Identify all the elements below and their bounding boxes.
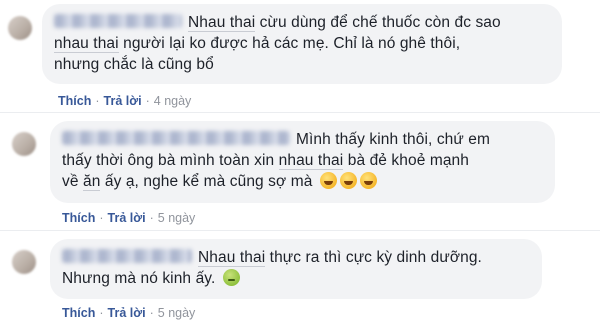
like-link[interactable]: Thích (62, 306, 95, 320)
comment-bubble: Nhau thai cừu dùng để chế thuốc còn đc s… (42, 4, 562, 84)
keyword-nhau-thai[interactable]: nhau thai (54, 35, 119, 53)
avatar[interactable] (8, 16, 32, 40)
comment-actions: Thích · Trả lời · 5 ngày (62, 211, 196, 225)
comment-text: thấy thời ông bà mình toàn xin (62, 152, 279, 169)
keyword-nhau-thai[interactable]: Nhau thai (188, 14, 256, 32)
comment-timestamp[interactable]: 5 ngày (158, 306, 196, 320)
like-link[interactable]: Thích (58, 94, 91, 108)
blurred-author-name[interactable] (54, 14, 182, 28)
comment-timestamp[interactable]: 5 ngày (158, 211, 196, 225)
comment-bubble: Mình thấy kinh thôi, chứ em thấy thời ôn… (50, 121, 555, 203)
comment-text: thực ra thì cực kỳ dinh dưỡng. (265, 249, 482, 266)
comment-text: người lại ko được hả các mẹ. Chỉ là nó g… (118, 35, 461, 52)
comment-text: cừu dùng để chế thuốc còn đc sao (255, 14, 501, 31)
comment-text: nhưng chắc là cũng bổ (54, 56, 214, 73)
reply-link[interactable]: Trả lời (108, 306, 146, 320)
comment-bubble: Nhau thai thực ra thì cực kỳ dinh dưỡng.… (50, 239, 542, 299)
nauseated-emoji-icon (222, 269, 240, 286)
blurred-author-name[interactable] (62, 249, 192, 263)
laughing-emoji-icon (319, 172, 337, 189)
comment-timestamp[interactable]: 4 ngày (154, 94, 192, 108)
comment-text: ấy ạ, nghe kể mà cũng sợ mà (100, 173, 313, 190)
divider (0, 230, 600, 231)
keyword-an[interactable]: ăn (82, 173, 101, 191)
comment-actions: Thích · Trả lời · 5 ngày (62, 306, 196, 320)
comment-text: Mình thấy kinh thôi, chứ em (296, 131, 490, 148)
comment-text: Nhưng mà nó kinh ấy. (62, 270, 216, 287)
comment-actions: Thích · Trả lời · 4 ngày (58, 94, 192, 108)
comment-text: bà đẻ khoẻ mạnh (343, 152, 470, 169)
like-link[interactable]: Thích (62, 211, 95, 225)
blurred-author-name[interactable] (62, 131, 290, 145)
laughing-emoji-icon (359, 172, 377, 189)
keyword-nhau-thai[interactable]: Nhau thai (198, 249, 266, 267)
laughing-emoji-icon (339, 172, 357, 189)
avatar[interactable] (12, 250, 36, 274)
reply-link[interactable]: Trả lời (108, 211, 146, 225)
reply-link[interactable]: Trả lời (104, 94, 142, 108)
avatar[interactable] (12, 132, 36, 156)
keyword-nhau-thai[interactable]: nhau thai (278, 152, 344, 170)
divider (0, 112, 600, 113)
comment-text: về (62, 173, 83, 190)
